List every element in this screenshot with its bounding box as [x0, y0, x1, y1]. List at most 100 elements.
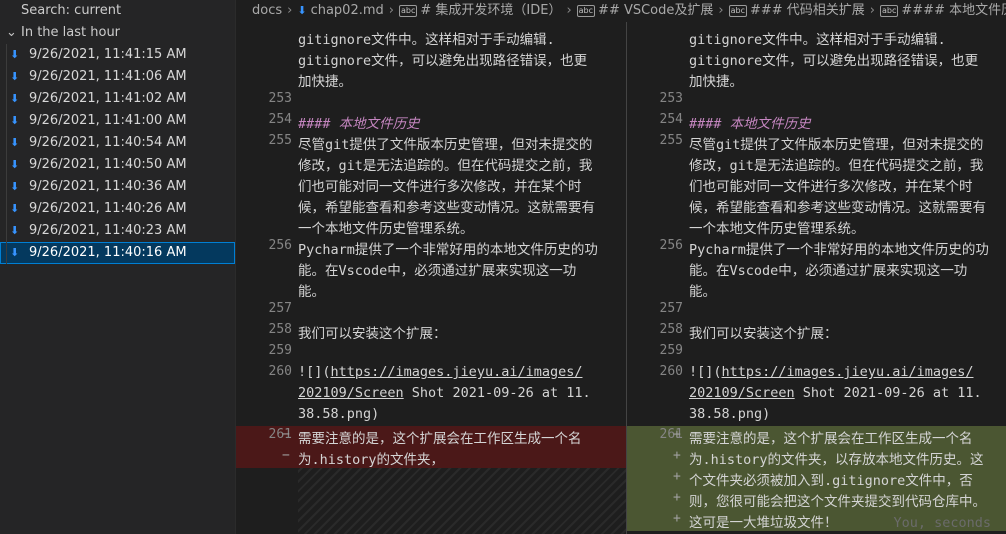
history-entry-icon: ⬇	[10, 48, 20, 61]
breadcrumb-symbol[interactable]: #### 本地文件历史	[901, 3, 1006, 18]
timeline-group-label: In the last hour	[21, 25, 121, 40]
timeline-item[interactable]: ⬇ 9/26/2021, 11:40:16 AM	[0, 242, 235, 264]
breadcrumb-symbol[interactable]: ### 代码相关扩展	[750, 3, 865, 18]
tree-indent-guide	[6, 198, 7, 220]
line-text: 需要注意的是，这个扩展会在工作区生成一个名	[689, 431, 973, 447]
history-entry-icon: ⬇	[10, 180, 20, 193]
history-entry-icon: ⬇	[10, 70, 20, 83]
diff-removed-marker: −	[282, 448, 290, 463]
code-line: 修改，git是无法追踪的。但在代码提交之前，我	[689, 154, 983, 174]
line-number: 257	[659, 301, 683, 316]
line-text: Pycharm提供了一个非常好用的本地文件历史的功	[689, 242, 989, 258]
link-url[interactable]: 202109/Screen	[689, 385, 795, 401]
line-text: 38.58.png)	[298, 406, 380, 422]
line-text: 我们可以安装这个扩展：	[689, 326, 838, 342]
breadcrumb-symbol[interactable]: ## VSCode及扩展	[598, 3, 713, 18]
breadcrumb-docs[interactable]: docs	[252, 3, 282, 18]
history-entry-icon: ⬇	[10, 114, 20, 127]
code-line: 38.58.png)	[689, 406, 770, 422]
timeline-search-label[interactable]: Search: current	[0, 0, 235, 22]
code-line: 候，希望能查看和参考这些变动情况。这就需要有	[298, 196, 595, 216]
timeline-item[interactable]: ⬇ 9/26/2021, 11:40:23 AM	[0, 220, 235, 242]
history-entry-icon: ⬇	[10, 136, 20, 149]
code-line: gitignore文件中。这样相对于手动编辑.	[689, 28, 946, 48]
line-number: 260	[659, 364, 683, 379]
line-number: 255	[268, 133, 292, 148]
code-line: Pycharm提供了一个非常好用的本地文件历史的功	[298, 238, 598, 258]
timeline-item[interactable]: ⬇ 9/26/2021, 11:41:15 AM	[0, 44, 235, 66]
line-text: gitignore文件中。这样相对于手动编辑.	[298, 32, 555, 48]
line-number: 256	[659, 238, 683, 253]
line-text: gitignore文件，可以避免出现路径错误，也更	[298, 53, 588, 69]
code-line: 需要注意的是，这个扩展会在工作区生成一个名	[298, 427, 582, 447]
line-text: 一个本地文件历史管理系统。	[689, 221, 865, 237]
line-text: 加快捷。	[298, 74, 352, 90]
line-text: 个文件夹必须被加入到.gitignore文件中，否	[689, 473, 973, 489]
timeline-item-list: ⬇ 9/26/2021, 11:41:15 AM ⬇ 9/26/2021, 11:41…	[0, 44, 235, 264]
code-line: 能。在Vscode中，必须通过扩展来实现这一功	[689, 259, 967, 279]
timeline-item[interactable]: ⬇ 9/26/2021, 11:40:50 AM	[0, 154, 235, 176]
link-prefix: ![](	[689, 364, 722, 380]
line-text: Pycharm提供了一个非常好用的本地文件历史的功	[298, 242, 598, 258]
diff-original-pane[interactable]: gitignore文件中。这样相对于手动编辑. gitignore文件，可以避免出…	[236, 0, 626, 534]
tree-indent-guide	[6, 176, 7, 198]
line-number: 253	[659, 91, 683, 106]
timeline-item-label: 9/26/2021, 11:41:15 AM	[29, 47, 187, 62]
line-number: 253	[268, 91, 292, 106]
code-line: 38.58.png)	[298, 406, 379, 422]
code-line: 202109/Screen Shot 2021-09-26 at 11.	[298, 385, 591, 401]
code-line: #### 本地文件历史	[298, 112, 420, 132]
link-suffix: Shot 2021-09-26 at 11.	[794, 385, 982, 401]
symbol-icon: abc	[880, 5, 899, 17]
symbol-icon: abc	[398, 5, 418, 17]
breadcrumb-file[interactable]: chap02.md	[311, 3, 384, 18]
code-line: gitignore文件，可以避免出现路径错误，也更	[689, 49, 978, 69]
diff-added-marker: +	[673, 511, 681, 526]
line-text: 们也可能对同一文件进行多次修改，并在某个时	[689, 179, 973, 195]
timeline-item-label: 9/26/2021, 11:40:26 AM	[29, 201, 187, 216]
link-url[interactable]: https://images.jieyu.ai/images/	[331, 364, 583, 380]
line-text: 们也可能对同一文件进行多次修改，并在某个时	[298, 179, 582, 195]
line-text: #### 本地文件历史	[298, 116, 420, 132]
line-text: 能。在Vscode中，必须通过扩展来实现这一功	[689, 263, 968, 279]
breadcrumb-symbols: › abc # 集成开发环境（IDE） › abc ## VSCode及扩展 › abc ###…	[384, 3, 1006, 18]
code-line: 候，希望能查看和参考这些变动情况。这就需要有	[689, 196, 986, 216]
timeline-item-label: 9/26/2021, 11:40:16 AM	[29, 245, 187, 260]
line-text: 修改，git是无法追踪的。但在代码提交之前，我	[689, 158, 984, 174]
timeline-item[interactable]: ⬇ 9/26/2021, 11:41:06 AM	[0, 66, 235, 88]
line-text: 这可是一大堆垃圾文件！	[689, 515, 838, 531]
code-line: 尽管git提供了文件版本历史管理，但对未提交的	[298, 133, 592, 153]
timeline-item-label: 9/26/2021, 11:40:50 AM	[29, 157, 187, 172]
link-url[interactable]: https://images.jieyu.ai/images/	[722, 364, 974, 380]
chevron-down-icon: ⌄	[6, 25, 17, 40]
code-line: ![](https://images.jieyu.ai/images/	[689, 364, 973, 380]
diff-modified-pane[interactable]: gitignore文件中。这样相对于手动编辑. gitignore文件，可以避免出…	[627, 0, 1006, 534]
link-url[interactable]: 202109/Screen	[298, 385, 404, 401]
timeline-item[interactable]: ⬇ 9/26/2021, 11:41:00 AM	[0, 110, 235, 132]
symbol-icon: abc	[728, 5, 747, 17]
line-number: 255	[659, 133, 683, 148]
breadcrumb-separator-icon: ›	[388, 3, 394, 18]
breadcrumb-symbol[interactable]: # 集成开发环境（IDE）	[420, 3, 561, 18]
tree-indent-guide	[6, 44, 7, 66]
code-line: 我们可以安装这个扩展：	[689, 322, 838, 342]
timeline-item[interactable]: ⬇ 9/26/2021, 11:41:02 AM	[0, 88, 235, 110]
timeline-item-label: 9/26/2021, 11:41:06 AM	[29, 69, 187, 84]
timeline-item[interactable]: ⬇ 9/26/2021, 11:40:54 AM	[0, 132, 235, 154]
timeline-item-label: 9/26/2021, 11:40:23 AM	[29, 223, 187, 238]
line-number: 258	[268, 322, 292, 337]
breadcrumb-separator-icon: ›	[287, 3, 293, 18]
code-line: 一个本地文件历史管理系统。	[689, 217, 865, 237]
line-number: 254	[659, 112, 683, 127]
timeline-item-label: 9/26/2021, 11:40:54 AM	[29, 135, 187, 150]
line-text: 加快捷。	[689, 74, 743, 90]
timeline-sidebar: Search: current ⌄ In the last hour ⬇ 9/26/…	[0, 0, 235, 534]
tree-indent-guide	[6, 110, 7, 132]
code-line: 个文件夹必须被加入到.gitignore文件中，否	[689, 469, 973, 489]
code-line: 尽管git提供了文件版本历史管理，但对未提交的	[689, 133, 983, 153]
timeline-item[interactable]: ⬇ 9/26/2021, 11:40:36 AM	[0, 176, 235, 198]
timeline-group-last-hour[interactable]: ⌄ In the last hour	[0, 22, 235, 44]
diff-empty-region	[298, 468, 626, 534]
line-text: 修改，git是无法追踪的。但在代码提交之前，我	[298, 158, 593, 174]
timeline-item[interactable]: ⬇ 9/26/2021, 11:40:26 AM	[0, 198, 235, 220]
